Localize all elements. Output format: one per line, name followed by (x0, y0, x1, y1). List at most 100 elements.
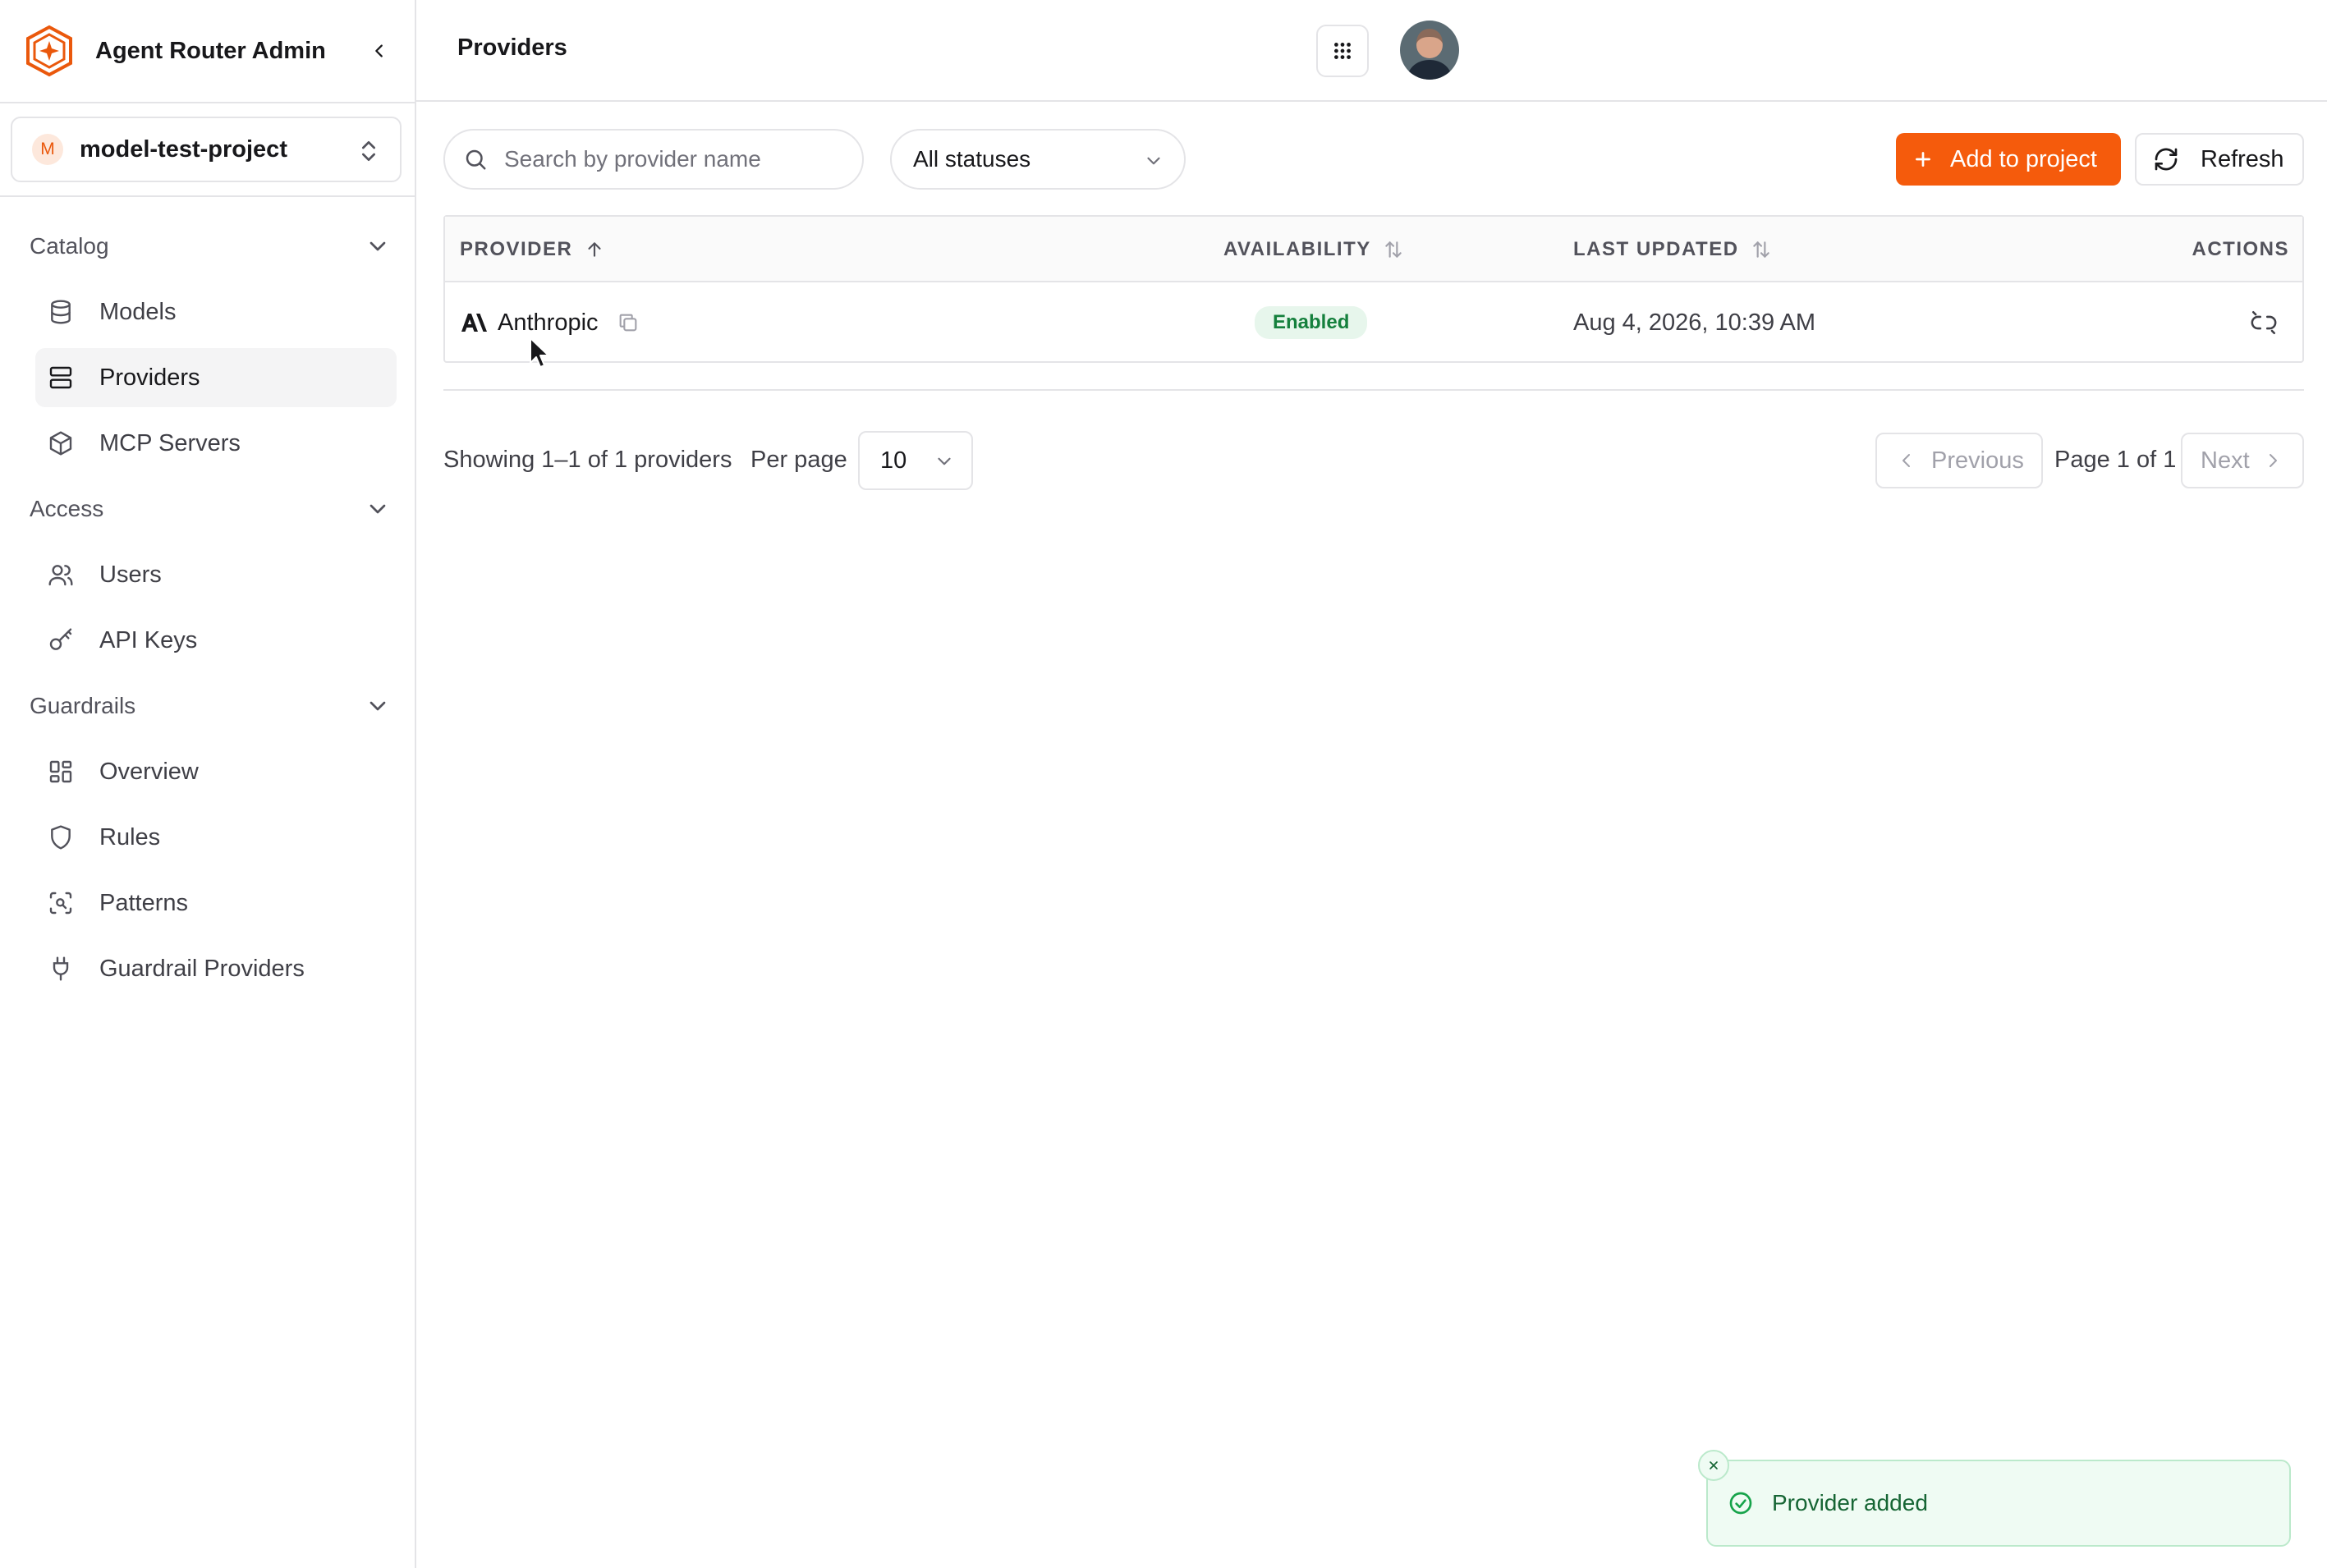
previous-page-button[interactable]: Previous (1875, 433, 2043, 488)
last-updated-cell: Aug 4, 2026, 10:39 AM (1573, 284, 1815, 361)
mouse-cursor-icon (530, 337, 549, 368)
sidebar-item-rules[interactable]: Rules (35, 808, 397, 867)
chevron-right-icon (2269, 454, 2277, 467)
status-badge: Enabled (1255, 306, 1368, 339)
column-header-label: PROVIDER (460, 238, 573, 260)
sidebar-item-label: Overview (99, 758, 199, 785)
column-header-label: ACTIONS (2192, 238, 2289, 260)
refresh-label: Refresh (2201, 145, 2284, 172)
divider (443, 389, 2304, 391)
sidebar-item-mcp-servers[interactable]: MCP Servers (35, 414, 397, 473)
project-avatar: M (32, 134, 63, 165)
search-icon (466, 149, 486, 170)
page-indicator: Page 1 of 1 (2054, 447, 2177, 473)
plug-icon (47, 955, 75, 983)
key-icon (47, 626, 75, 654)
project-name: model-test-project (80, 135, 287, 163)
add-to-project-button[interactable]: Add to project (1896, 133, 2121, 186)
table-header: PROVIDER AVAILABILITY LAST UPDATED ACTIO… (445, 217, 2302, 282)
section-label: Guardrails (30, 693, 136, 718)
search-input[interactable] (504, 146, 849, 172)
column-header-actions: ACTIONS (2192, 217, 2290, 282)
page-title: Providers (457, 34, 567, 61)
per-page-select[interactable]: 10 (858, 431, 973, 490)
availability-cell: Enabled (1255, 284, 1368, 361)
sidebar-item-label: Rules (99, 823, 161, 850)
section-label: Catalog (30, 233, 109, 259)
search-field[interactable] (443, 129, 864, 190)
chevron-down-icon (1147, 157, 1160, 165)
column-header-availability[interactable]: AVAILABILITY (1223, 217, 1404, 282)
refresh-button[interactable]: Refresh (2135, 133, 2304, 186)
section-access[interactable]: Access (30, 486, 391, 532)
refresh-icon (2155, 148, 2178, 171)
table-row[interactable]: Anthropic Enabled Aug 4, 2026, 10:39 AM (445, 284, 2302, 361)
anthropic-logo-icon (461, 314, 487, 332)
sidebar: Agent Router Admin M model-test-project … (0, 0, 416, 1568)
shield-icon (47, 823, 75, 851)
check-circle-icon (1729, 1492, 1752, 1515)
brand: Agent Router Admin (0, 0, 415, 102)
database-icon (47, 298, 75, 326)
scan-search-icon (47, 889, 75, 917)
column-header-last-updated[interactable]: LAST UPDATED (1573, 217, 1772, 282)
column-header-label: LAST UPDATED (1573, 238, 1739, 260)
chevron-left-icon (375, 44, 383, 57)
provider-name[interactable]: Anthropic (498, 309, 599, 337)
dashboard-icon (47, 758, 75, 786)
sidebar-item-label: Patterns (99, 889, 188, 916)
column-header-provider[interactable]: PROVIDER (460, 217, 605, 282)
chevron-down-icon (369, 241, 386, 251)
user-avatar[interactable] (1400, 21, 1459, 80)
divider (0, 195, 415, 197)
sidebar-item-users[interactable]: Users (35, 545, 397, 604)
section-guardrails[interactable]: Guardrails (30, 683, 391, 729)
sidebar-item-overview[interactable]: Overview (35, 742, 397, 801)
project-switcher[interactable]: M model-test-project (11, 117, 402, 182)
providers-table: PROVIDER AVAILABILITY LAST UPDATED ACTIO… (443, 215, 2304, 363)
server-icon (47, 364, 75, 392)
chevron-down-icon (938, 457, 951, 465)
section-catalog[interactable]: Catalog (30, 223, 391, 269)
app-root: Agent Router Admin M model-test-project … (0, 0, 2327, 1568)
collapse-sidebar-button[interactable] (361, 33, 397, 69)
status-filter-value: All statuses (913, 146, 1031, 172)
package-icon (47, 429, 75, 457)
next-page-button[interactable]: Next (2181, 433, 2304, 488)
sidebar-item-guardrail-providers[interactable]: Guardrail Providers (35, 939, 397, 998)
sidebar-item-label: MCP Servers (99, 429, 241, 456)
per-page-label: Per page (750, 447, 847, 473)
plus-icon (1916, 152, 1930, 167)
top-header: Providers (416, 0, 2327, 102)
section-label: Access (30, 496, 104, 521)
unlink-icon[interactable] (2250, 309, 2278, 337)
last-updated-value: Aug 4, 2026, 10:39 AM (1573, 309, 1816, 336)
sidebar-item-label: Users (99, 561, 162, 588)
sidebar-item-providers[interactable]: Providers (35, 348, 397, 407)
toast-notification: Provider added (1706, 1460, 2291, 1547)
column-header-label: AVAILABILITY (1223, 238, 1371, 260)
sidebar-item-patterns[interactable]: Patterns (35, 873, 397, 933)
sidebar-item-api-keys[interactable]: API Keys (35, 611, 397, 670)
sort-icon (1385, 241, 1402, 258)
sidebar-item-label: Models (99, 298, 177, 325)
sort-icon (1752, 241, 1769, 258)
per-page-value: 10 (880, 447, 907, 474)
user-avatar-image (1400, 21, 1459, 80)
chevron-down-icon (369, 701, 386, 711)
results-summary: Showing 1–1 of 1 providers (443, 447, 732, 473)
status-filter-select[interactable]: All statuses (890, 129, 1186, 190)
close-icon (1710, 1461, 1718, 1469)
sidebar-item-label: Guardrail Providers (99, 955, 305, 982)
sidebar-item-models[interactable]: Models (35, 282, 397, 342)
apps-launcher-button[interactable] (1316, 25, 1369, 77)
toast-close-button[interactable] (1698, 1450, 1729, 1481)
actions-cell (2250, 284, 2278, 361)
toast-message: Provider added (1772, 1490, 1928, 1515)
chevrons-up-down-icon (362, 141, 375, 161)
copy-icon[interactable] (617, 311, 640, 334)
add-to-project-label: Add to project (1950, 145, 2097, 172)
arrow-up-icon (588, 242, 601, 257)
sidebar-item-label: API Keys (99, 626, 198, 653)
grid-icon (1334, 43, 1351, 59)
